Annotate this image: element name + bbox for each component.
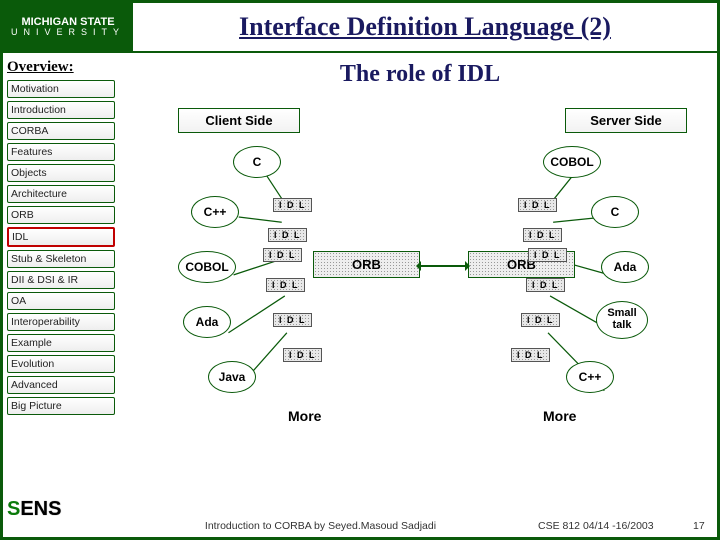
more-server: More [543,408,576,424]
idl-s2: I D L [523,228,562,242]
sidebar-heading: Overview: [7,59,119,76]
idl-s6: I D L [511,348,550,362]
content: The role of IDL Client Side Server Side … [123,53,717,517]
sidebar-item-evolution[interactable]: Evolution [7,355,115,373]
idl-c2: I D L [268,228,307,242]
footer: Introduction to CORBA by Seyed.Masoud Sa… [3,515,717,537]
sidebar-item-orb[interactable]: ORB [7,206,115,224]
sidebar-item-idl[interactable]: IDL [7,227,115,247]
idl-c1: I D L [273,198,312,212]
sidebar-item-oa[interactable]: OA [7,292,115,310]
sidebar-item-features[interactable]: Features [7,143,115,161]
sidebar-item-motivation[interactable]: Motivation [7,80,115,98]
lang-cobol-server: COBOL [543,146,601,178]
idl-s5: I D L [521,313,560,327]
sidebar-item-introduction[interactable]: Introduction [7,101,115,119]
lang-c-client: C [233,146,281,178]
idl-c5: I D L [273,313,312,327]
idl-c6: I D L [283,348,322,362]
idl-c3: I D L [263,248,302,262]
orb-connector-icon [421,265,465,267]
logo-line2: UNIVERSITY [11,28,125,37]
sidebar-item-advanced[interactable]: Advanced [7,376,115,394]
lang-java-client: Java [208,361,256,393]
footer-right: CSE 812 04/14 -16/2003 [538,520,693,532]
lang-c-server: C [591,196,639,228]
sidebar-item-interoperability[interactable]: Interoperability [7,313,115,331]
lang-cpp-server: C++ [566,361,614,393]
server-side-label: Server Side [565,108,687,133]
slide: MICHIGAN STATE UNIVERSITY Interface Defi… [0,0,720,540]
header: MICHIGAN STATE UNIVERSITY Interface Defi… [3,3,717,53]
body: Overview: Motivation Introduction CORBA Fea… [3,53,717,517]
lang-cobol-client: COBOL [178,251,236,283]
client-side-label: Client Side [178,108,300,133]
lang-smalltalk-server: Small talk [596,301,648,339]
page-number: 17 [693,520,717,532]
subtitle: The role of IDL [123,61,717,88]
sidebar-item-objects[interactable]: Objects [7,164,115,182]
sidebar-item-architecture[interactable]: Architecture [7,185,115,203]
footer-center: Introduction to CORBA by Seyed.Masoud Sa… [3,520,538,532]
lang-ada-client: Ada [183,306,231,338]
orb-client: ORB [313,251,420,278]
sidebar-item-dii-dsi-ir[interactable]: DII & DSI & IR [7,271,115,289]
idl-s4: I D L [526,278,565,292]
more-client: More [288,408,321,424]
sidebar-item-stub-skeleton[interactable]: Stub & Skeleton [7,250,115,268]
lang-ada-server: Ada [601,251,649,283]
idl-s3: I D L [528,248,567,262]
university-logo: MICHIGAN STATE UNIVERSITY [3,3,133,51]
sidebar-item-example[interactable]: Example [7,334,115,352]
lang-cpp-client: C++ [191,196,239,228]
sidebar-item-big-picture[interactable]: Big Picture [7,397,115,415]
slide-title: Interface Definition Language (2) [133,12,717,42]
idl-c4: I D L [266,278,305,292]
sidebar: Overview: Motivation Introduction CORBA Fea… [3,53,123,517]
idl-s1: I D L [518,198,557,212]
sidebar-item-corba[interactable]: CORBA [7,122,115,140]
diagram: C C++ COBOL Ada Java COBOL C Ada Small t… [123,138,717,517]
